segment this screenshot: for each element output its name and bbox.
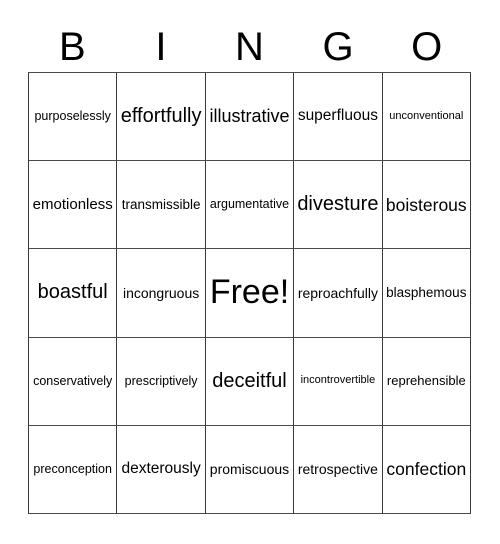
bingo-cell-label: effortfully bbox=[120, 105, 202, 128]
header-letter-n: N bbox=[235, 25, 264, 69]
bingo-cell-label: confection bbox=[386, 459, 467, 480]
bingo-cell-label: dexterously bbox=[121, 460, 201, 478]
bingo-cell-label: preconception bbox=[33, 461, 112, 476]
bingo-cell-label: deceitful bbox=[212, 369, 287, 392]
bingo-cell-label: emotionless bbox=[32, 195, 113, 213]
bingo-cell[interactable]: deceitful bbox=[205, 337, 295, 426]
bingo-cell[interactable]: unconventional bbox=[382, 73, 471, 162]
bingo-cell-label: incongruous bbox=[122, 284, 200, 301]
bingo-cell[interactable]: blasphemous bbox=[382, 249, 471, 338]
bingo-cell-label: illustrative bbox=[209, 106, 290, 127]
bingo-cell-label: reprehensible bbox=[386, 373, 466, 389]
bingo-cell[interactable]: purposelessly bbox=[29, 73, 118, 162]
bingo-cell[interactable]: illustrative bbox=[205, 73, 295, 162]
bingo-cell[interactable]: boisterous bbox=[382, 161, 471, 250]
bingo-cell[interactable]: prescriptively bbox=[117, 337, 206, 426]
bingo-cell-label: boisterous bbox=[385, 194, 467, 215]
bingo-cell-label: prescriptively bbox=[124, 373, 198, 388]
bingo-cell-label: purposelessly bbox=[34, 109, 111, 124]
bingo-cell-label: superfluous bbox=[297, 107, 378, 125]
bingo-cell-label: reproachfully bbox=[297, 284, 378, 301]
bingo-cell[interactable]: divesture bbox=[294, 161, 383, 250]
bingo-cell[interactable]: preconception bbox=[29, 425, 118, 514]
bingo-cell-label: incontrovertible bbox=[300, 374, 376, 387]
bingo-cell-label: unconventional bbox=[389, 109, 464, 122]
bingo-cell[interactable]: effortfully bbox=[117, 73, 206, 162]
bingo-cell[interactable]: transmissible bbox=[117, 161, 206, 250]
bingo-cell[interactable]: emotionless bbox=[29, 161, 118, 250]
bingo-cell[interactable]: argumentative bbox=[205, 161, 295, 250]
header-letter-i: I bbox=[155, 25, 167, 69]
bingo-cell[interactable]: superfluous bbox=[294, 73, 383, 162]
bingo-cell-label: boastful bbox=[37, 281, 108, 304]
header-letter-g: G bbox=[322, 25, 354, 69]
bingo-cell-label: transmissible bbox=[121, 196, 201, 212]
header-letter-o: O bbox=[411, 25, 443, 69]
bingo-header: B I N G O bbox=[28, 22, 471, 72]
bingo-cell[interactable]: boastful bbox=[29, 249, 118, 338]
bingo-cell[interactable]: confection bbox=[382, 425, 471, 514]
bingo-cell-label: argumentative bbox=[209, 197, 290, 212]
bingo-cell[interactable]: incongruous bbox=[117, 249, 206, 338]
header-letter-b: B bbox=[58, 25, 86, 69]
bingo-cell-label: divesture bbox=[297, 193, 379, 216]
bingo-cell[interactable]: retrospective bbox=[294, 425, 383, 514]
bingo-cell-label: conservatively bbox=[33, 373, 113, 388]
free-space-label: Free! bbox=[209, 273, 290, 312]
bingo-cell-free[interactable]: Free! bbox=[205, 249, 295, 338]
bingo-cell[interactable]: conservatively bbox=[29, 337, 118, 426]
bingo-cell-label: retrospective bbox=[297, 461, 378, 478]
bingo-cell[interactable]: reprehensible bbox=[382, 337, 471, 426]
bingo-card: B I N G O purposelessly effortfully illust… bbox=[0, 0, 500, 544]
bingo-cell[interactable]: incontrovertible bbox=[294, 337, 383, 426]
bingo-cell-label: blasphemous bbox=[386, 284, 467, 300]
bingo-cell[interactable]: dexterously bbox=[117, 425, 206, 514]
bingo-cell-label: promiscuous bbox=[209, 461, 290, 478]
bingo-cell[interactable]: promiscuous bbox=[205, 425, 295, 514]
bingo-grid: purposelessly effortfully illustrative supe… bbox=[28, 72, 471, 514]
bingo-cell[interactable]: reproachfully bbox=[294, 249, 383, 338]
